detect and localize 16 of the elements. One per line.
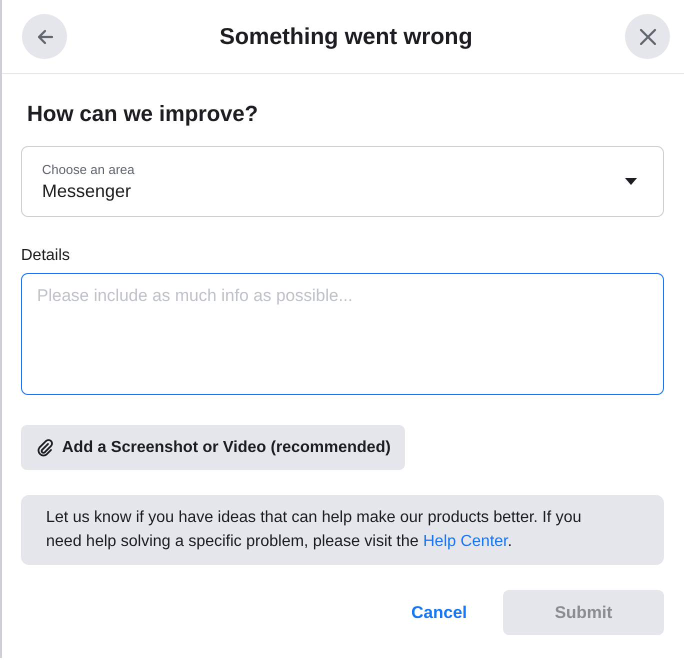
dropdown-label: Choose an area (42, 162, 135, 176)
details-label: Details (21, 247, 71, 265)
details-field[interactable]: Please include as much info as possible... (21, 273, 664, 395)
caret-icon (625, 178, 637, 186)
attach-button[interactable]: Add a Screenshot or Video (recommended) (21, 425, 405, 470)
cancel-button[interactable]: Cancel (393, 590, 485, 634)
info-text: Let us know if you have ideas that can help make our products better. If you need help solving a specific problem, please visit the Help Center. (46, 509, 582, 550)
section-heading: How can we improve? (27, 101, 260, 127)
dropdown-value: Messenger (42, 180, 132, 202)
close-icon (638, 26, 658, 46)
paperclip-icon (36, 438, 54, 456)
dialog-title: Something went wrong (220, 23, 472, 50)
back-button[interactable] (22, 14, 67, 59)
area-dropdown[interactable]: Choose an area Messenger (21, 146, 664, 217)
help-center-link[interactable]: Help Center (423, 533, 508, 550)
close-button[interactable] (625, 14, 670, 59)
